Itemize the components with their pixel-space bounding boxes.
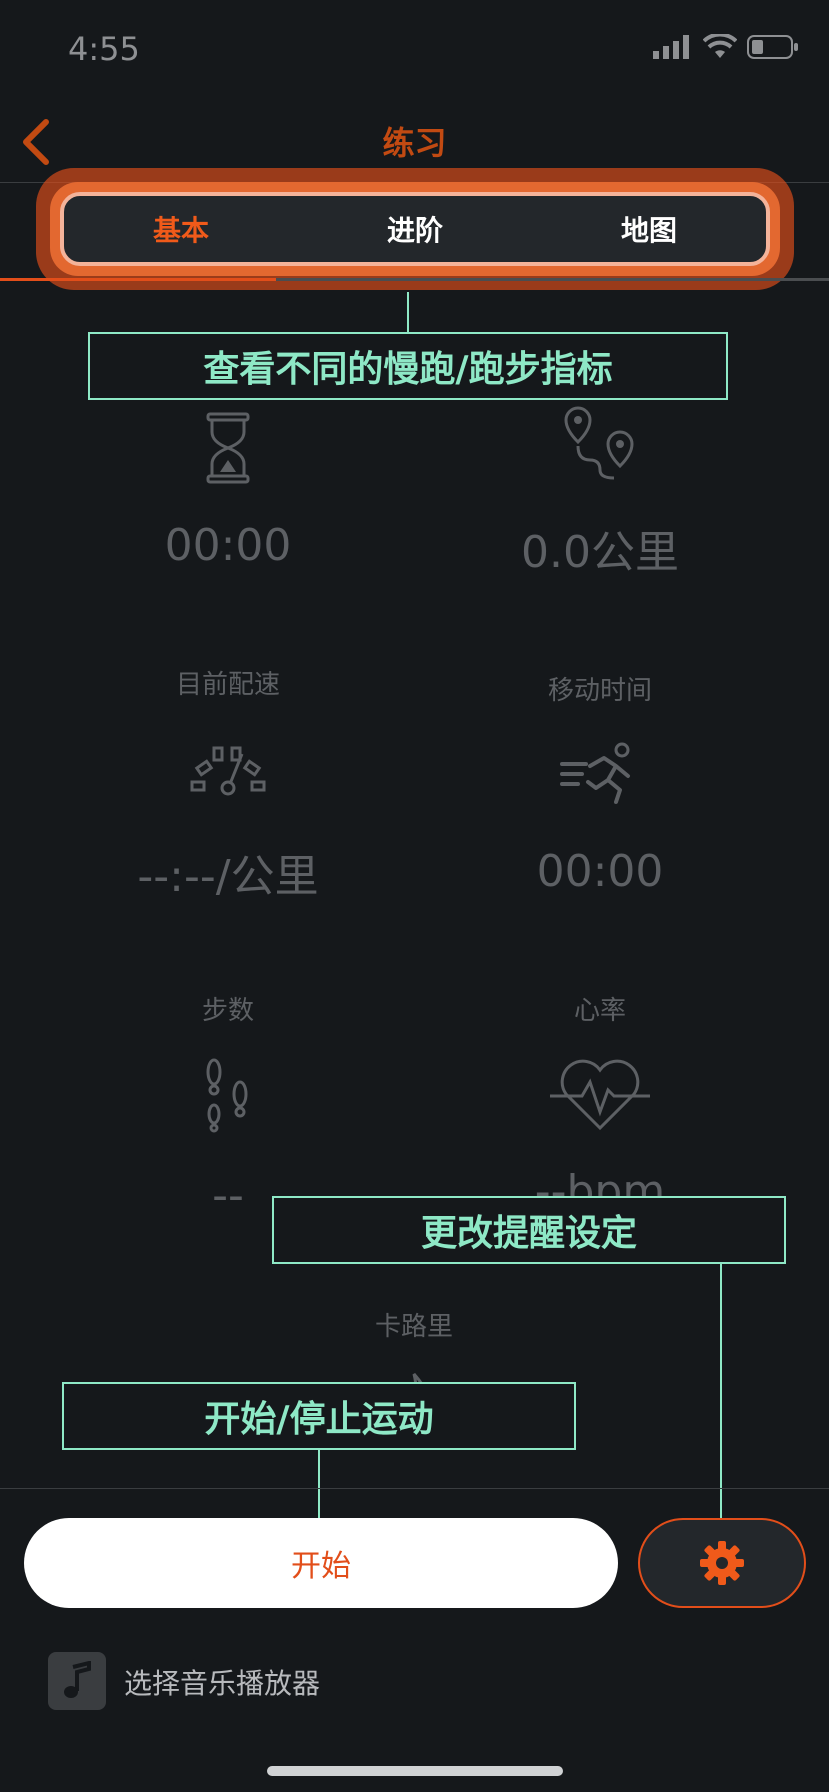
signal-icon [653,35,689,59]
current-pace-value: --:--/公里 [137,851,319,902]
speedometer-icon [190,746,266,796]
tab-map[interactable]: 地图 [532,209,766,249]
footprints-icon [206,1058,248,1133]
annotation-connector [407,292,409,332]
music-note-glyph [64,1661,91,1698]
bottom-divider [0,1488,829,1489]
tab-underline-active [0,278,276,281]
moving-time-value: 00:00 [536,846,664,897]
status-icons [653,34,799,60]
annotation-tabs-hint: 查看不同的慢跑/跑步指标 [88,332,728,400]
music-note-icon[interactable] [48,1652,106,1710]
battery-icon [747,35,798,59]
annotation-connector [318,1450,320,1522]
wifi-icon [703,34,737,58]
moving-time-label: 移动时间 [547,676,652,706]
home-indicator [267,1766,563,1776]
annotation-settings-hint: 更改提醒设定 [272,1196,786,1264]
heart-rate-label: 心率 [573,996,626,1026]
runner-icon [560,742,630,804]
tab-bar: 基本 进阶 地图 [60,192,770,266]
duration-value: 00:00 [164,520,292,571]
page-title: 练习 [382,124,447,162]
tab-advanced[interactable]: 进阶 [298,209,532,249]
heartbeat-icon [550,1059,650,1131]
annotation-connector [720,1264,722,1532]
annotation-start-hint: 开始/停止运动 [62,1382,576,1450]
status-time: 4:55 [68,30,140,68]
route-pin-icon [564,406,634,480]
hourglass-icon [206,412,250,484]
calories-label: 卡路里 [374,1312,453,1342]
tab-underline [276,278,829,281]
distance-value: 0.0公里 [521,527,679,578]
tab-basic[interactable]: 基本 [64,209,298,249]
music-player-select[interactable]: 选择音乐播放器 [124,1662,320,1702]
start-button[interactable]: 开始 [24,1518,618,1608]
gear-icon [700,1541,744,1585]
steps-label: 步数 [201,996,254,1026]
current-pace-label: 目前配速 [175,670,280,700]
settings-button[interactable] [638,1518,806,1608]
